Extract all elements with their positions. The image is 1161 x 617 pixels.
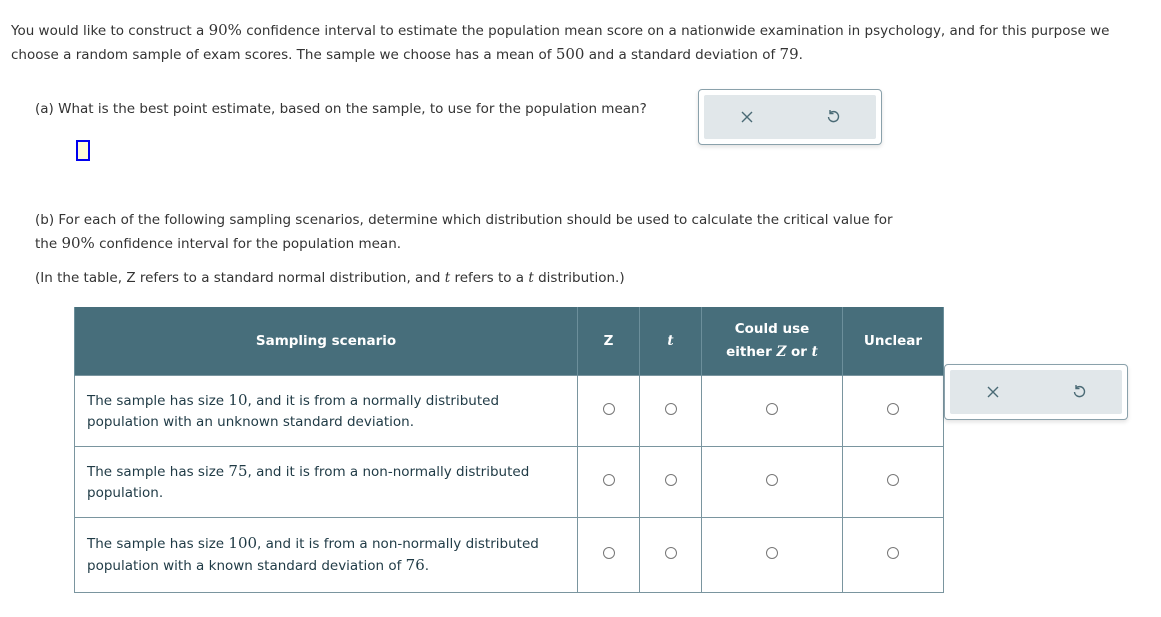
scenario-cell: The sample has size 10, and it is from a…	[74, 375, 578, 447]
header-scenario: Sampling scenario	[74, 307, 578, 376]
option-z-cell	[577, 446, 640, 518]
header-unclear: Unclear	[842, 307, 944, 376]
close-icon	[987, 386, 999, 398]
option-either-cell	[701, 375, 843, 447]
part-b-question: (b) For each of the following sampling s…	[35, 212, 893, 252]
option-either-cell	[701, 517, 843, 593]
option-z-cell	[577, 517, 640, 593]
radio-z[interactable]	[602, 474, 615, 486]
radio-t[interactable]	[664, 403, 677, 415]
radio-z[interactable]	[602, 547, 615, 559]
scenario-cell: The sample has size 75, and it is from a…	[74, 446, 578, 518]
part-a-question: (a) What is the best point estimate, bas…	[35, 101, 647, 117]
scenario-table: Sampling scenario Z t Could use either Z …	[74, 307, 944, 593]
radio-t[interactable]	[664, 474, 677, 486]
scenario-cell: The sample has size 100, and it is from …	[74, 517, 578, 593]
radio-unclear[interactable]	[887, 474, 899, 486]
radio-unclear[interactable]	[887, 403, 899, 415]
radio-unclear[interactable]	[887, 547, 899, 559]
clear-button[interactable]	[978, 377, 1008, 407]
part-b-note: (In the table, Z refers to a standard no…	[35, 270, 625, 286]
table-row: The sample has size 75, and it is from a…	[74, 446, 944, 518]
sample-mean: 500	[555, 45, 585, 63]
header-t: t	[639, 307, 702, 376]
table-row: The sample has size 10, and it is from a…	[74, 375, 944, 447]
part-a-tools	[698, 89, 882, 145]
confidence-level: 90%	[208, 21, 242, 39]
option-unclear-cell	[842, 446, 944, 518]
option-t-cell	[639, 375, 702, 447]
radio-either[interactable]	[766, 403, 778, 415]
close-icon	[741, 111, 753, 123]
undo-button[interactable]	[1064, 377, 1094, 407]
undo-icon	[827, 110, 840, 123]
header-z: Z	[577, 307, 640, 376]
option-either-cell	[701, 446, 843, 518]
undo-icon	[1073, 385, 1086, 398]
radio-t[interactable]	[664, 547, 677, 559]
option-t-cell	[639, 517, 702, 593]
clear-button[interactable]	[732, 102, 762, 132]
radio-either[interactable]	[766, 547, 778, 559]
sample-sd: 79	[779, 45, 799, 63]
option-z-cell	[577, 375, 640, 447]
option-unclear-cell	[842, 517, 944, 593]
problem-intro: You would like to construct a 90% confid…	[11, 21, 1110, 63]
table-header-row: Sampling scenario Z t Could use either Z …	[74, 307, 944, 376]
option-unclear-cell	[842, 375, 944, 447]
part-b-tools	[944, 364, 1128, 420]
header-either: Could use either Z or t	[701, 307, 843, 376]
radio-either[interactable]	[766, 474, 778, 486]
point-estimate-input[interactable]	[76, 140, 90, 161]
option-t-cell	[639, 446, 702, 518]
table-row: The sample has size 100, and it is from …	[74, 517, 944, 593]
radio-z[interactable]	[602, 403, 615, 415]
undo-button[interactable]	[818, 102, 848, 132]
